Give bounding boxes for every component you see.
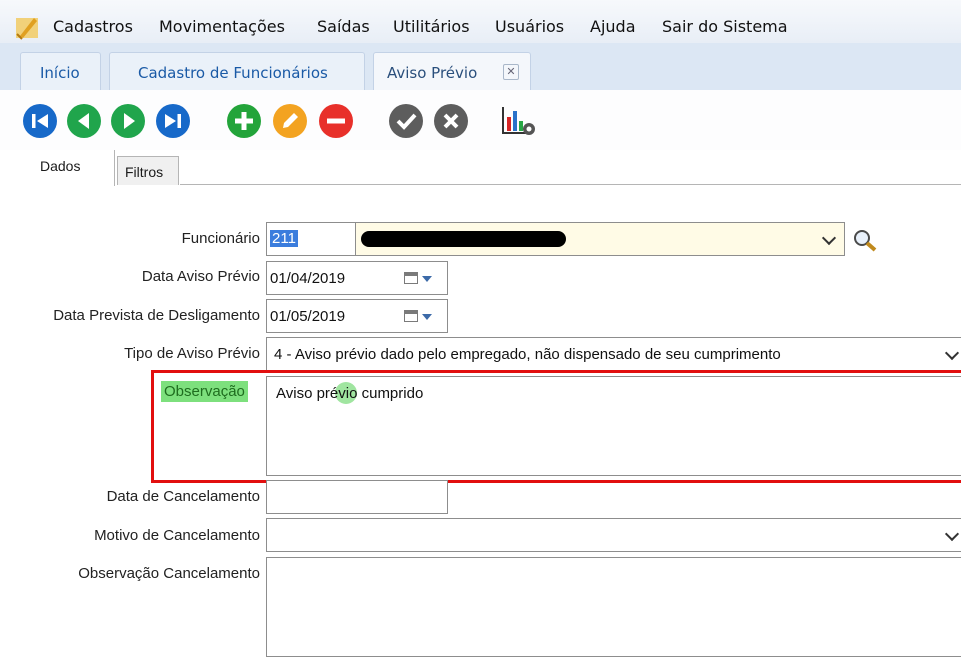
observacao-cancelamento-textarea[interactable] [266, 557, 961, 657]
tab-inicio[interactable]: Início [20, 52, 101, 90]
tipo-aviso-value: 4 - Aviso prévio dado pelo empregado, nã… [274, 346, 781, 363]
menu-bar: Cadastros Movimentações Saídas Utilitári… [0, 0, 961, 43]
dropdown-arrow-icon [422, 276, 432, 282]
tab-filtros-label: Filtros [125, 164, 164, 180]
confirm-icon[interactable] [388, 103, 424, 139]
tab-aviso-previo-label: Aviso Prévio [387, 64, 478, 82]
next-record-icon[interactable] [110, 103, 146, 139]
tab-dados[interactable]: Dados [20, 150, 115, 186]
app-logo-icon [16, 18, 38, 40]
menu-ajuda[interactable]: Ajuda [590, 17, 636, 36]
toolbar [0, 90, 961, 150]
search-icon[interactable] [852, 228, 878, 252]
menu-sair[interactable]: Sair do Sistema [662, 17, 788, 36]
observacao-cancelamento-label: Observação Cancelamento [78, 565, 260, 582]
tab-inicio-label: Início [40, 64, 80, 82]
data-aviso-value: 01/04/2019 [270, 270, 346, 287]
tab-aviso-previo[interactable]: Aviso Prévio ✕ [373, 52, 531, 90]
close-icon[interactable]: ✕ [503, 64, 519, 80]
add-icon[interactable] [226, 103, 262, 139]
document-tab-strip: Início Cadastro de Funcionários Aviso Pr… [0, 43, 961, 90]
highlight-frame [151, 370, 961, 483]
funcionario-label: Funcionário [181, 230, 260, 247]
tipo-aviso-label: Tipo de Aviso Prévio [124, 345, 260, 362]
tab-filtros[interactable]: Filtros [117, 156, 179, 185]
calendar-icon[interactable] [404, 310, 418, 322]
report-settings-icon[interactable] [500, 103, 536, 139]
funcionario-name-select[interactable] [355, 222, 845, 256]
tab-divider [180, 184, 961, 185]
data-prevista-input[interactable]: 01/05/2019 [266, 299, 448, 333]
edit-icon[interactable] [272, 103, 308, 139]
motivo-cancelamento-label: Motivo de Cancelamento [94, 527, 260, 544]
funcionario-code-value: 211 [270, 230, 298, 247]
chevron-down-icon [944, 345, 960, 361]
data-aviso-label: Data Aviso Prévio [141, 268, 260, 285]
funcionario-name-redacted [361, 231, 566, 247]
funcionario-code-input[interactable]: 211 [266, 222, 356, 256]
delete-icon[interactable] [318, 103, 354, 139]
tab-cadastro-funcionarios-label: Cadastro de Funcionários [138, 64, 328, 82]
cancel-icon[interactable] [433, 103, 469, 139]
last-record-icon[interactable] [155, 103, 191, 139]
data-aviso-input[interactable]: 01/04/2019 [266, 261, 448, 295]
first-record-icon[interactable] [22, 103, 58, 139]
menu-saidas[interactable]: Saídas [317, 17, 370, 36]
motivo-cancelamento-select[interactable] [266, 518, 961, 552]
data-prevista-label: Data Prevista de Desligamento [53, 307, 260, 324]
menu-movimentacoes[interactable]: Movimentações [159, 17, 285, 36]
data-cancelamento-input[interactable] [266, 480, 448, 514]
menu-utilitarios[interactable]: Utilitários [393, 17, 470, 36]
data-cancelamento-label: Data de Cancelamento [106, 488, 260, 505]
tipo-aviso-select[interactable]: 4 - Aviso prévio dado pelo empregado, nã… [266, 337, 961, 371]
chevron-down-icon [944, 526, 960, 542]
dropdown-arrow-icon [422, 314, 432, 320]
menu-usuarios[interactable]: Usuários [495, 17, 564, 36]
chevron-down-icon [821, 230, 837, 246]
previous-record-icon[interactable] [66, 103, 102, 139]
calendar-icon[interactable] [404, 272, 418, 284]
tab-dados-label: Dados [40, 158, 81, 174]
menu-cadastros[interactable]: Cadastros [53, 17, 133, 36]
tab-cadastro-funcionarios[interactable]: Cadastro de Funcionários [109, 52, 365, 90]
data-prevista-value: 01/05/2019 [270, 308, 346, 325]
